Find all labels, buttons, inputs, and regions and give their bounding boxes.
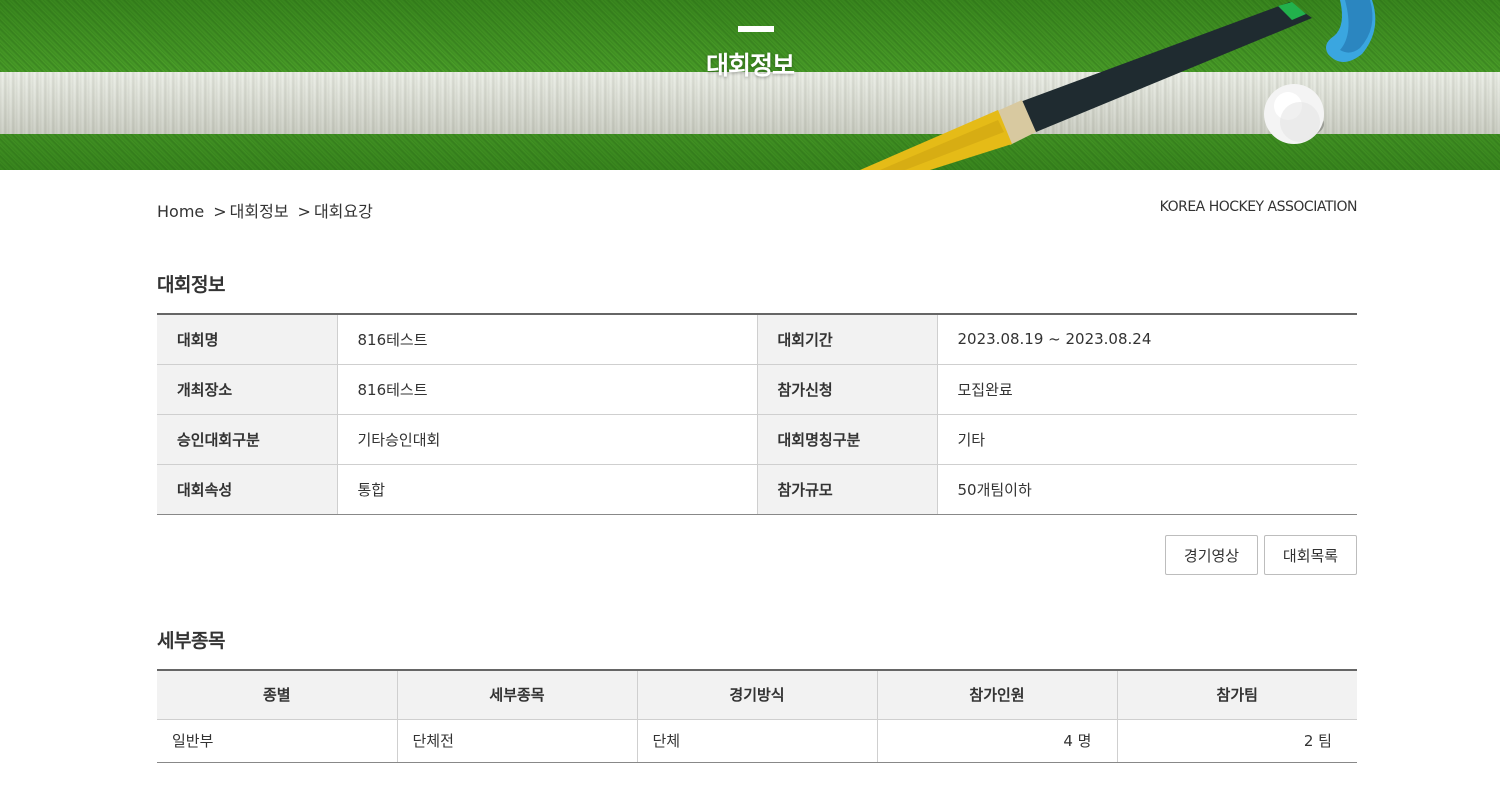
cell-event: 단체전: [396, 719, 637, 763]
info-label: 대회명칭구분: [756, 414, 937, 465]
cell-division: 일반부: [157, 719, 397, 763]
info-label: 대회명: [157, 314, 337, 365]
detail-section-title: 세부종목: [157, 630, 225, 652]
association-name: KOREA HOCKEY ASSOCIATION: [1159, 199, 1358, 215]
table-row: 대회속성 통합 참가규모 50개팀이하: [157, 464, 1357, 515]
info-label: 대회속성: [157, 464, 337, 515]
info-value: 모집완료: [936, 364, 1357, 415]
cell-teams: 2 팀: [1116, 719, 1357, 763]
banner-title: 대회정보: [705, 51, 795, 80]
table-row: 일반부 단체전 단체 4 명 2 팀: [157, 719, 1357, 763]
competition-list-button[interactable]: 대회목록: [1264, 535, 1357, 575]
breadcrumb-separator: >: [297, 202, 311, 221]
info-label: 승인대회구분: [157, 414, 337, 465]
info-value: 기타승인대회: [336, 414, 757, 465]
page-banner: 대회정보: [0, 0, 1500, 170]
info-label: 개최장소: [157, 364, 337, 415]
info-value: 816테스트: [336, 364, 757, 415]
cell-participants: 4 명: [876, 719, 1117, 763]
info-value: 기타: [936, 414, 1357, 465]
info-section-title: 대회정보: [157, 274, 225, 296]
banner-title-bar: [738, 26, 774, 32]
event-detail-table: 종별 세부종목 경기방식 참가인원 참가팀 일반부 단체전 단체 4 명 2 팀: [157, 669, 1357, 763]
breadcrumb-level1[interactable]: 대회정보: [230, 202, 289, 221]
table-header-row: 종별 세부종목 경기방식 참가인원 참가팀: [157, 670, 1357, 720]
breadcrumb: Home > 대회정보 > 대회요강: [157, 198, 377, 222]
cell-method: 단체: [636, 719, 877, 763]
competition-info-table: 대회명 816테스트 대회기간 2023.08.19 ~ 2023.08.24 …: [157, 313, 1357, 515]
game-video-button[interactable]: 경기영상: [1165, 535, 1258, 575]
breadcrumb-level2[interactable]: 대회요강: [314, 202, 373, 221]
column-header-division: 종별: [157, 670, 397, 720]
column-header-event: 세부종목: [396, 670, 637, 720]
info-label: 참가규모: [756, 464, 937, 515]
info-label: 참가신청: [756, 364, 937, 415]
column-header-participants: 참가인원: [876, 670, 1117, 720]
table-row: 대회명 816테스트 대회기간 2023.08.19 ~ 2023.08.24: [157, 314, 1357, 365]
breadcrumb-separator: >: [213, 202, 227, 221]
info-label: 대회기간: [756, 314, 937, 365]
hockey-ball-graphic: [1264, 84, 1324, 144]
info-value: 50개팀이하: [936, 464, 1357, 515]
info-value: 2023.08.19 ~ 2023.08.24: [936, 314, 1357, 365]
column-header-method: 경기방식: [636, 670, 877, 720]
column-header-teams: 참가팀: [1116, 670, 1357, 720]
table-row: 개최장소 816테스트 참가신청 모집완료: [157, 364, 1357, 415]
info-value: 통합: [336, 464, 757, 515]
info-value: 816테스트: [336, 314, 757, 365]
breadcrumb-home[interactable]: Home: [157, 202, 204, 221]
table-row: 승인대회구분 기타승인대회 대회명칭구분 기타: [157, 414, 1357, 465]
